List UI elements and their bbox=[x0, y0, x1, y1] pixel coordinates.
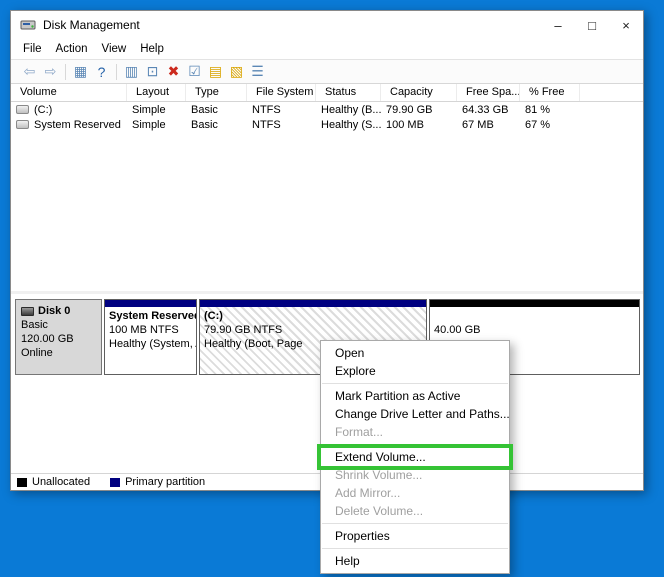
action-pane-icon[interactable]: ▥ bbox=[121, 61, 142, 82]
context-menu: Open Explore Mark Partition as Active Chang… bbox=[317, 340, 513, 574]
window-title: Disk Management bbox=[43, 18, 140, 32]
partition-stripe bbox=[430, 300, 639, 307]
menu-separator bbox=[322, 383, 508, 384]
volume-cell-capacity: 79.90 GB bbox=[386, 103, 433, 116]
menubar: File Action View Help bbox=[11, 39, 643, 59]
volume-list-pane: Volume Layout Type File System Status Capacit… bbox=[11, 84, 643, 294]
legend-item-primary-partition: Primary partition bbox=[110, 476, 205, 488]
toolbar-separator bbox=[116, 63, 117, 80]
volume-cell-capacity: 100 MB bbox=[386, 118, 424, 131]
menu-view[interactable]: View bbox=[95, 41, 134, 57]
context-menu-item-format: Format... bbox=[335, 425, 384, 439]
menu-action[interactable]: Action bbox=[49, 41, 95, 57]
column-header-layout[interactable]: Layout bbox=[127, 84, 186, 101]
volume-cell-free-spa: 64.33 GB bbox=[462, 103, 509, 116]
volume-name-cell: (C:) bbox=[11, 102, 127, 117]
volume-cell-type: Basic bbox=[191, 118, 218, 131]
delete-volume-icon[interactable]: ✖ bbox=[163, 61, 184, 82]
legend-swatch-unallocated bbox=[17, 477, 27, 487]
titlebar: Disk Management – □ × bbox=[11, 11, 643, 39]
disk-type: Basic bbox=[21, 319, 48, 331]
partition-body: System Reserved 100 MB NTFS Healthy (Syste… bbox=[105, 307, 196, 374]
context-menu-item-explore[interactable]: Explore bbox=[321, 362, 509, 380]
context-menu-item-shrink-volume: Shrink Volume... bbox=[335, 468, 423, 482]
disk-size: 120.00 GB bbox=[21, 333, 74, 345]
toolbar-separator bbox=[65, 63, 66, 80]
partition-stripe bbox=[200, 300, 426, 307]
maximize-button[interactable]: □ bbox=[575, 11, 609, 39]
menu-separator bbox=[322, 523, 508, 524]
back-icon[interactable]: ⇦ bbox=[19, 61, 40, 82]
column-header-free-spa[interactable]: Free Spa... bbox=[457, 84, 520, 101]
column-header-status[interactable]: Status bbox=[316, 84, 381, 101]
volume-row-system-reserved[interactable]: System Reserved Simple Basic NTFS Healthy (S… bbox=[11, 117, 643, 132]
volume-table-body: (C:) Simple Basic NTFS Healthy (B... 79.90 GB… bbox=[11, 102, 643, 132]
context-menu-item-open[interactable]: Open bbox=[321, 344, 509, 362]
menu-separator bbox=[322, 548, 508, 549]
volume-cell-file-system: NTFS bbox=[252, 118, 281, 131]
volume-cell-file-system: NTFS bbox=[252, 103, 281, 116]
volume-cell-status: Healthy (B... bbox=[321, 103, 381, 116]
volume-icon bbox=[16, 105, 29, 114]
volume-cell-type: Basic bbox=[191, 103, 218, 116]
volume-cell-free: 67 % bbox=[525, 118, 551, 131]
context-menu-item-extend-volume[interactable]: Extend Volume... bbox=[317, 444, 513, 470]
disk-name: Disk 0 bbox=[21, 304, 96, 318]
partition-system-reserved[interactable]: System Reserved 100 MB NTFS Healthy (Syste… bbox=[104, 299, 197, 375]
close-button[interactable]: × bbox=[609, 11, 643, 39]
partition-size: 100 MB NTFS bbox=[109, 324, 179, 336]
partition-size: 79.90 GB NTFS bbox=[204, 324, 283, 336]
context-menu-item-add-mirror: Add Mirror... bbox=[335, 486, 401, 500]
volume-cell-layout: Simple bbox=[132, 118, 166, 131]
format-volume-icon[interactable]: ▧ bbox=[226, 61, 247, 82]
open-volume-icon[interactable]: ▤ bbox=[205, 61, 226, 82]
partition-status: Healthy (System, A bbox=[109, 338, 196, 350]
menu-separator bbox=[322, 444, 508, 445]
context-menu-item-properties[interactable]: Properties bbox=[321, 527, 509, 545]
partition-title: System Reserved bbox=[109, 310, 196, 322]
minimize-button[interactable]: – bbox=[541, 11, 575, 39]
partition-size: 40.00 GB bbox=[434, 324, 481, 336]
disk-0-panel[interactable]: Disk 0 Basic 120.00 GB Online bbox=[15, 299, 102, 375]
menu-help[interactable]: Help bbox=[133, 41, 171, 57]
list-view-icon[interactable]: ☰ bbox=[247, 61, 268, 82]
context-menu-item-help[interactable]: Help bbox=[321, 552, 509, 570]
toolbar: ⇦ ⇨ ▦? ▥ ⊡ ✖ ☑ ▤ ▧ ☰ bbox=[11, 59, 643, 84]
volume-row-c[interactable]: (C:) Simple Basic NTFS Healthy (B... 79.90 GB… bbox=[11, 102, 643, 117]
volume-cell-free-spa: 67 MB bbox=[462, 118, 494, 131]
volume-table-header: Volume Layout Type File System Status Capacit… bbox=[11, 84, 643, 102]
column-header-volume[interactable]: Volume bbox=[11, 84, 127, 101]
column-header-type[interactable]: Type bbox=[186, 84, 247, 101]
help-icon[interactable]: ? bbox=[91, 61, 112, 82]
partition-title: (C:) bbox=[204, 310, 223, 322]
volume-icon bbox=[16, 120, 29, 129]
menu-file[interactable]: File bbox=[16, 41, 49, 57]
partition-stripe bbox=[105, 300, 196, 307]
volume-cell-layout: Simple bbox=[132, 103, 166, 116]
partition-title bbox=[434, 309, 635, 323]
volume-cell-free: 81 % bbox=[525, 103, 551, 116]
disk-name-label: Disk 0 bbox=[38, 305, 71, 317]
legend-swatch-primary-partition bbox=[110, 477, 121, 487]
refresh-icon[interactable]: ⊡ bbox=[142, 61, 163, 82]
disk-icon bbox=[21, 306, 34, 316]
disk-management-app-icon bbox=[20, 20, 36, 30]
caption-buttons: – □ × bbox=[541, 11, 643, 39]
volume-cell-status: Healthy (S... bbox=[321, 118, 381, 131]
forward-icon[interactable]: ⇨ bbox=[40, 61, 61, 82]
mark-active-icon[interactable]: ☑ bbox=[184, 61, 205, 82]
show-console-tree-icon[interactable]: ▦ bbox=[70, 61, 91, 82]
volume-name-cell: System Reserved bbox=[11, 117, 127, 132]
legend-item-unallocated: Unallocated bbox=[17, 476, 90, 488]
column-header-filler bbox=[580, 84, 643, 101]
column-header-free[interactable]: % Free bbox=[520, 84, 580, 101]
column-header-capacity[interactable]: Capacity bbox=[381, 84, 457, 101]
column-header-file-system[interactable]: File System bbox=[247, 84, 316, 101]
context-menu-item-change-drive-letter-and-paths[interactable]: Change Drive Letter and Paths... bbox=[321, 405, 510, 423]
disk-status: Online bbox=[21, 347, 53, 359]
context-menu-item-mark-partition-as-active[interactable]: Mark Partition as Active bbox=[321, 387, 509, 405]
context-menu-item-delete-volume: Delete Volume... bbox=[335, 504, 424, 518]
